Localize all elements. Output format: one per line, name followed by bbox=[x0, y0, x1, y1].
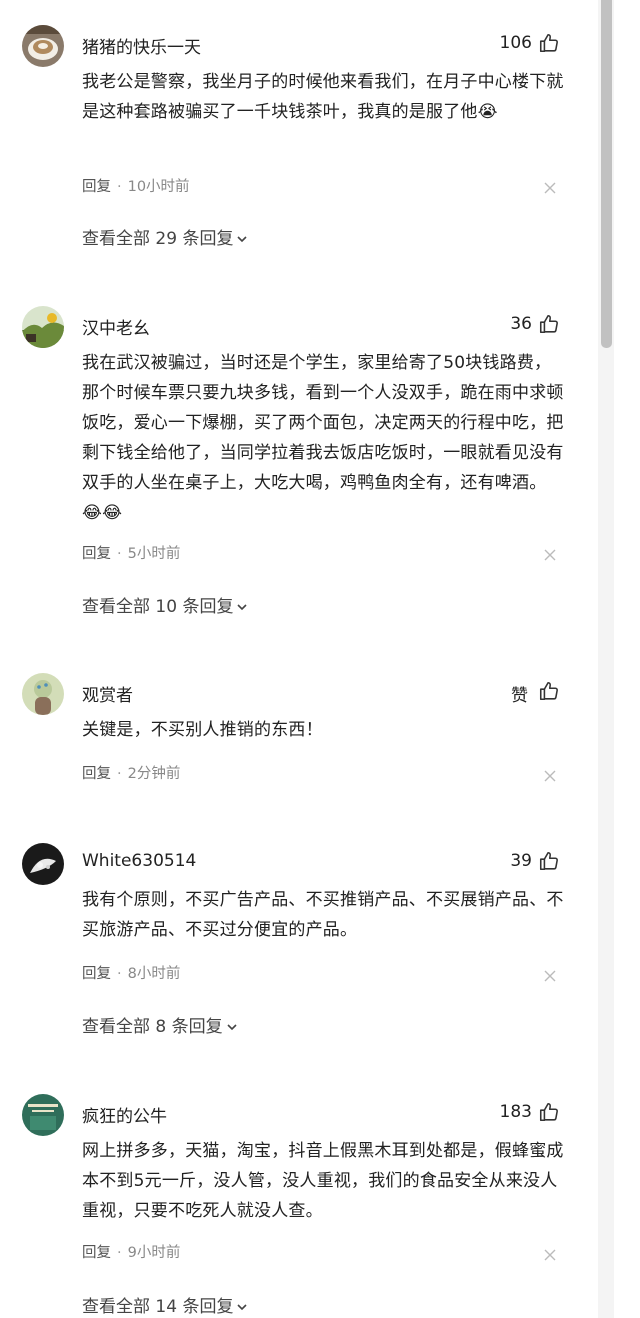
username[interactable]: White630514 bbox=[82, 851, 196, 871]
like-count: 赞 bbox=[511, 686, 528, 706]
avatar[interactable] bbox=[22, 843, 64, 885]
thumbs-up-icon[interactable] bbox=[538, 1101, 560, 1123]
comments-page: 猪猪的快乐一天 106 我老公是警察，我坐月子的时候他来看我们，在月子中心楼下就… bbox=[0, 0, 640, 1318]
like-count: 36 bbox=[510, 314, 532, 334]
comment-text: 我有个原则，不买广告产品、不买推销产品、不买展销产品、不买旅游产品、不买过分便宜… bbox=[82, 890, 564, 940]
comment-text: 关键是，不买别人推销的东西！ bbox=[82, 720, 323, 740]
thumbs-up-icon[interactable] bbox=[538, 32, 560, 54]
timestamp: 9小时前 bbox=[127, 1245, 181, 1261]
thumbs-up-icon[interactable] bbox=[538, 680, 560, 702]
comment-text: 网上拼多多，天猫，淘宝，抖音上假黑木耳到处都是，假蜂蜜成本不到5元一斤，没人管，… bbox=[82, 1141, 564, 1221]
emoji: 😂😂 bbox=[82, 503, 123, 523]
username[interactable]: 观赏者 bbox=[82, 681, 133, 706]
close-icon[interactable] bbox=[543, 181, 557, 195]
separator-dot: · bbox=[117, 1245, 122, 1261]
avatar[interactable] bbox=[22, 1094, 64, 1136]
chevron-down-icon bbox=[237, 236, 248, 243]
view-all-replies[interactable]: 查看全部 29 条回复 bbox=[82, 224, 249, 249]
scrollbar-thumb[interactable] bbox=[601, 0, 612, 348]
like-count: 106 bbox=[499, 33, 532, 53]
separator-dot: · bbox=[117, 966, 122, 982]
avatar[interactable] bbox=[22, 673, 64, 715]
separator-dot: · bbox=[117, 766, 122, 782]
view-all-replies[interactable]: 查看全部 10 条回复 bbox=[82, 592, 249, 617]
close-icon[interactable] bbox=[543, 1248, 557, 1262]
emoji: 😭 bbox=[477, 102, 498, 122]
timestamp: 8小时前 bbox=[127, 966, 181, 982]
username[interactable]: 猪猪的快乐一天 bbox=[82, 33, 201, 58]
comment-meta: 回复 · 5小时前 bbox=[82, 542, 180, 563]
timestamp: 5小时前 bbox=[127, 546, 181, 562]
comment-meta: 回复 · 9小时前 bbox=[82, 1241, 180, 1262]
chevron-down-icon bbox=[237, 604, 248, 611]
like-count: 183 bbox=[499, 1102, 532, 1122]
timestamp: 10小时前 bbox=[127, 179, 190, 195]
chevron-down-icon bbox=[237, 1304, 248, 1311]
reply-button[interactable]: 回复 bbox=[82, 1245, 111, 1261]
chevron-down-icon bbox=[227, 1024, 237, 1031]
separator-dot: · bbox=[117, 546, 122, 562]
comment-meta: 回复 · 8小时前 bbox=[82, 962, 180, 983]
timestamp: 2分钟前 bbox=[127, 766, 181, 782]
reply-button[interactable]: 回复 bbox=[82, 966, 111, 982]
thumbs-up-icon[interactable] bbox=[538, 313, 560, 335]
avatar[interactable] bbox=[22, 25, 64, 67]
separator-dot: · bbox=[117, 179, 122, 195]
comment-text: 我在武汉被骗过，当时还是个学生，家里给寄了50块钱路费，那个时候车票只要九块多钱… bbox=[82, 353, 564, 523]
reply-button[interactable]: 回复 bbox=[82, 766, 111, 782]
close-icon[interactable] bbox=[543, 769, 557, 783]
like-count: 39 bbox=[510, 851, 532, 871]
close-icon[interactable] bbox=[543, 548, 557, 562]
thumbs-up-icon[interactable] bbox=[538, 850, 560, 872]
reply-button[interactable]: 回复 bbox=[82, 179, 111, 195]
username[interactable]: 疯狂的公牛 bbox=[82, 1102, 167, 1127]
comment-text: 我老公是警察，我坐月子的时候他来看我们，在月子中心楼下就是这种套路被骗买了一千块… bbox=[82, 72, 564, 122]
comment-meta: 回复 · 10小时前 bbox=[82, 175, 190, 196]
username[interactable]: 汉中老幺 bbox=[82, 314, 150, 339]
view-all-replies[interactable]: 查看全部 8 条回复 bbox=[82, 1012, 239, 1037]
view-all-replies[interactable]: 查看全部 14 条回复 bbox=[82, 1292, 249, 1317]
comment-meta: 回复 · 2分钟前 bbox=[82, 762, 180, 783]
avatar[interactable] bbox=[22, 306, 64, 348]
close-icon[interactable] bbox=[543, 969, 557, 983]
reply-button[interactable]: 回复 bbox=[82, 546, 111, 562]
